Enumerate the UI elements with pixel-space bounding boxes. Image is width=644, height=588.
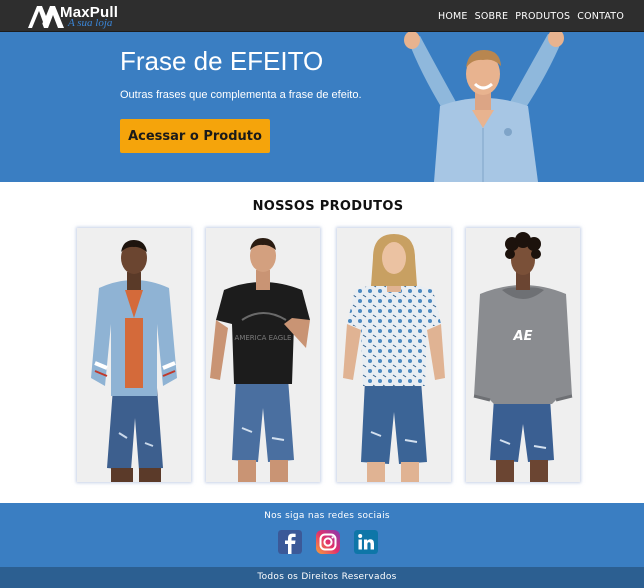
- instagram-icon[interactable]: [316, 530, 340, 554]
- product-card-bomber-jacket[interactable]: [77, 228, 191, 482]
- nav-produtos-link[interactable]: PRODUTOS: [515, 11, 570, 22]
- hero-banner: Frase de EFEITO Outras frases que comple…: [0, 32, 644, 182]
- hero-subtitle: Outras frases que complementa a frase de…: [120, 89, 362, 101]
- brand-logo[interactable]: MaxPull A sua loja: [26, 2, 136, 30]
- follow-us-text: Nos siga nas redes sociais: [264, 511, 390, 521]
- hero-title: Frase de EFEITO: [120, 46, 324, 76]
- linkedin-icon[interactable]: [354, 530, 378, 554]
- copyright-bar: Todos os Direitos Reservados: [0, 567, 644, 588]
- product-card-gray-hoodie[interactable]: AE: [466, 228, 580, 482]
- product-card-patterned-shirt[interactable]: [337, 228, 451, 482]
- hero-celebrating-man-image: [404, 32, 564, 182]
- copyright-text: Todos os Direitos Reservados: [257, 572, 397, 582]
- product-card-graphic-tee[interactable]: AMERICA EAGLE: [206, 228, 320, 482]
- access-product-button[interactable]: Acessar o Produto: [120, 119, 270, 153]
- facebook-icon[interactable]: [278, 530, 302, 554]
- product-image-patterned-shirt: [337, 228, 451, 482]
- hoodie-print-text: AE: [513, 329, 533, 344]
- product-image-gray-hoodie: AE: [466, 228, 580, 482]
- nav-home-link[interactable]: HOME: [438, 11, 468, 22]
- footer: Nos siga nas redes sociais: [0, 503, 644, 567]
- tee-print-text: AMERICA EAGLE: [235, 334, 292, 342]
- nav-sobre-link[interactable]: SOBRE: [475, 11, 509, 22]
- brand-tagline: A sua loja: [68, 17, 113, 29]
- products-section-title: NOSSOS PRODUTOS: [252, 199, 404, 214]
- navbar: MaxPull A sua loja HOME SOBRE PRODUTOS C…: [0, 0, 644, 32]
- product-image-bomber-jacket: [77, 228, 191, 482]
- nav-contato-link[interactable]: CONTATO: [577, 11, 624, 22]
- main-nav: HOME SOBRE PRODUTOS CONTATO: [438, 0, 624, 32]
- product-image-graphic-tee: AMERICA EAGLE: [206, 228, 320, 482]
